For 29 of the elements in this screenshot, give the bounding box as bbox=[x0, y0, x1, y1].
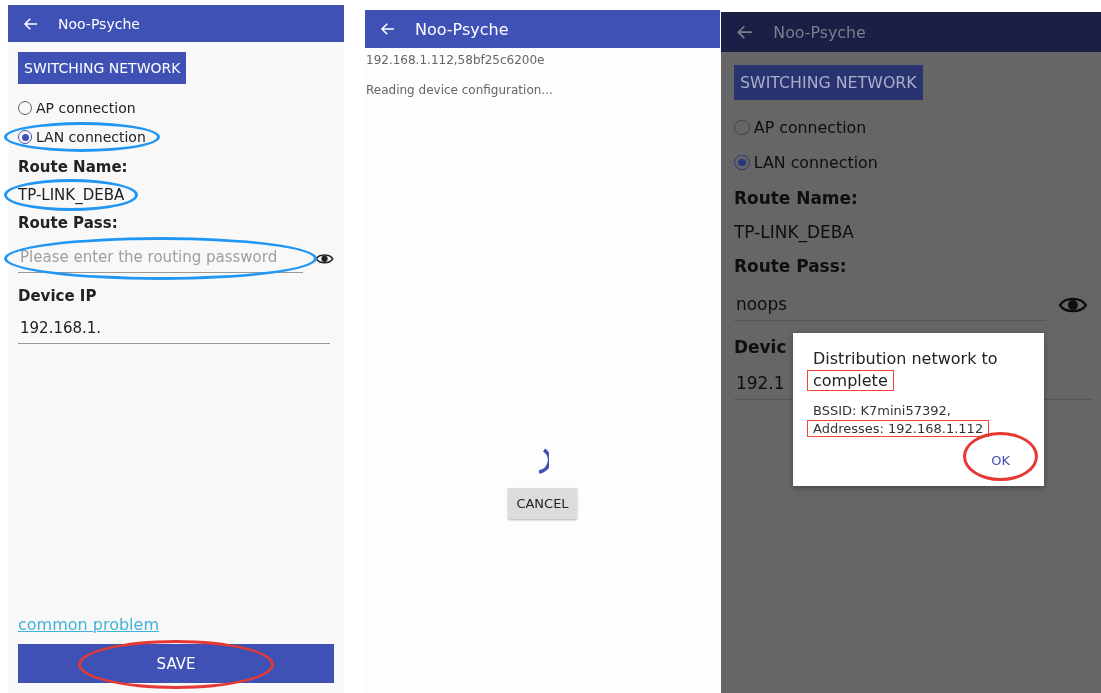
route-pass-label: Route Pass: bbox=[18, 214, 119, 232]
route-name-value: TP-LINK_DEBA bbox=[734, 222, 855, 242]
device-ip-label: Device IP bbox=[18, 287, 98, 305]
device-ip-label: Devic bbox=[734, 337, 788, 357]
app-title: Noo-Psyche bbox=[415, 19, 509, 39]
cancel-button[interactable]: CANCEL bbox=[508, 488, 577, 519]
radio-label: AP connection bbox=[753, 118, 867, 137]
radio-label: LAN connection bbox=[753, 153, 878, 172]
status-text: 192.168.1.112,58bf25c6200e bbox=[366, 53, 546, 67]
radio-label: AP connection bbox=[36, 100, 136, 116]
switching-network-button[interactable]: SWITCHING NETWORK bbox=[734, 65, 923, 100]
device-ip-field[interactable]: 192.168.1. bbox=[18, 315, 330, 344]
status-text: Reading device configuration... bbox=[366, 83, 554, 97]
switching-network-button[interactable]: SWITCHING NETWORK bbox=[18, 52, 187, 84]
dialog-title: complete bbox=[807, 370, 894, 391]
dialog-message: BSSID: K7mini57392, bbox=[813, 403, 952, 418]
dialog-title: Distribution network to bbox=[813, 349, 999, 368]
route-name-label: Route Name: bbox=[734, 188, 859, 208]
save-button[interactable]: SAVE bbox=[18, 644, 334, 683]
app-title: Noo-Psyche bbox=[58, 15, 140, 32]
route-name-value: TP-LINK_DEBA bbox=[18, 186, 125, 204]
loading-spinner-icon bbox=[536, 448, 549, 474]
dialog-message: Addresses: 192.168.1.112 bbox=[807, 420, 990, 437]
radio-label: LAN connection bbox=[36, 129, 146, 145]
route-pass-label: Route Pass: bbox=[734, 256, 848, 276]
back-arrow-icon[interactable] bbox=[379, 20, 397, 38]
ok-button[interactable]: OK bbox=[977, 447, 1024, 474]
route-name-label: Route Name: bbox=[18, 158, 129, 176]
app-title: Noo-Psyche bbox=[773, 22, 866, 42]
